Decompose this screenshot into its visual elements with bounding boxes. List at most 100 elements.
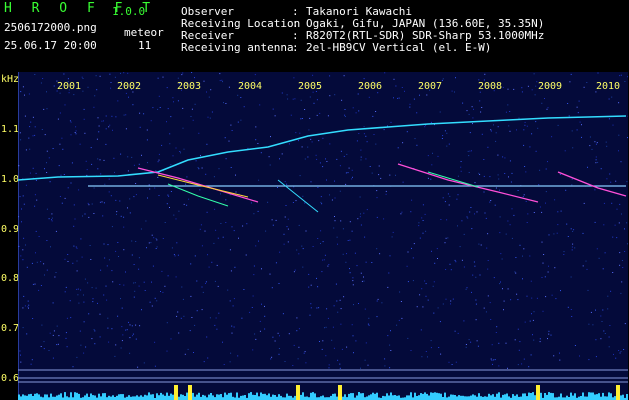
noise-speck — [496, 326, 498, 328]
noise-speck — [227, 289, 229, 291]
noise-speck — [332, 326, 334, 328]
activity-bar — [146, 395, 148, 400]
noise-speck — [319, 112, 321, 114]
noise-speck — [557, 211, 559, 213]
noise-speck — [353, 304, 354, 306]
noise-speck — [595, 159, 597, 161]
noise-speck — [166, 322, 168, 324]
noise-speck — [79, 330, 81, 332]
activity-bar — [566, 395, 568, 400]
noise-speck — [553, 233, 555, 235]
activity-bar — [242, 395, 244, 400]
noise-speck — [463, 233, 465, 235]
noise-speck — [502, 288, 503, 290]
noise-speck — [342, 228, 344, 230]
noise-speck — [395, 174, 396, 176]
noise-speck — [328, 364, 330, 366]
activity-bar — [300, 394, 302, 400]
noise-speck — [511, 172, 513, 174]
noise-speck — [101, 120, 103, 122]
noise-speck — [138, 163, 140, 165]
noise-speck — [129, 212, 131, 214]
noise-speck — [455, 261, 457, 263]
noise-speck — [257, 143, 259, 144]
noise-speck — [72, 262, 74, 264]
activity-bar — [444, 392, 446, 400]
noise-speck — [495, 332, 497, 333]
noise-speck — [363, 280, 365, 282]
noise-speck — [38, 289, 40, 291]
noise-speck — [34, 74, 36, 75]
noise-speck — [340, 308, 342, 310]
noise-speck — [318, 140, 320, 142]
noise-speck — [95, 287, 97, 289]
noise-speck — [167, 275, 169, 277]
noise-speck — [19, 196, 21, 198]
noise-speck — [208, 96, 210, 98]
activity-bar — [212, 395, 214, 400]
noise-speck — [398, 319, 400, 321]
activity-bar — [74, 392, 76, 400]
activity-bar — [240, 395, 242, 400]
activity-bar — [198, 392, 200, 400]
activity-bar — [334, 393, 336, 400]
noise-speck — [539, 206, 541, 208]
noise-speck — [298, 140, 299, 142]
activity-bar — [274, 395, 276, 400]
noise-speck — [50, 246, 51, 248]
noise-speck — [327, 115, 329, 117]
noise-speck — [438, 347, 440, 348]
noise-speck — [333, 227, 335, 229]
noise-speck — [472, 123, 473, 125]
noise-speck — [473, 108, 474, 110]
noise-speck — [73, 225, 75, 227]
noise-speck — [58, 165, 60, 167]
noise-speck — [523, 358, 525, 360]
noise-speck — [274, 115, 276, 117]
noise-speck — [571, 249, 573, 251]
noise-speck — [304, 202, 306, 204]
noise-speck — [201, 245, 203, 247]
noise-speck — [581, 136, 582, 138]
activity-bar — [370, 394, 372, 400]
activity-bar — [464, 396, 466, 400]
noise-speck — [608, 346, 610, 348]
noise-speck — [542, 310, 544, 312]
noise-speck — [383, 218, 385, 220]
noise-speck — [74, 132, 76, 133]
noise-speck — [615, 180, 617, 182]
noise-speck — [80, 344, 82, 346]
noise-speck — [32, 283, 34, 285]
noise-speck — [205, 173, 207, 175]
noise-speck — [430, 178, 432, 180]
noise-speck — [564, 150, 566, 152]
noise-speck — [293, 344, 295, 346]
noise-speck — [139, 325, 141, 327]
activity-bar — [228, 393, 230, 400]
x-tick-label: 2010 — [596, 81, 621, 92]
noise-speck — [621, 281, 623, 283]
noise-speck — [20, 354, 21, 356]
noise-speck — [111, 328, 113, 330]
noise-speck — [67, 187, 69, 189]
activity-bar — [250, 392, 252, 400]
noise-speck — [618, 222, 620, 224]
activity-bar — [220, 394, 222, 400]
spectrogram-plot — [18, 72, 628, 400]
noise-speck — [175, 276, 177, 278]
activity-bar — [540, 392, 542, 400]
activity-bar — [580, 396, 582, 400]
activity-bar — [492, 394, 494, 400]
noise-speck — [459, 246, 461, 248]
activity-bar — [94, 395, 96, 400]
noise-speck — [371, 172, 373, 174]
noise-speck — [125, 128, 127, 130]
activity-bar — [144, 394, 146, 400]
noise-speck — [533, 339, 535, 341]
noise-speck — [287, 228, 289, 230]
noise-speck — [231, 226, 233, 228]
activity-bar — [252, 394, 254, 400]
noise-speck — [111, 270, 113, 272]
noise-speck — [40, 82, 42, 84]
activity-bar — [490, 395, 492, 400]
